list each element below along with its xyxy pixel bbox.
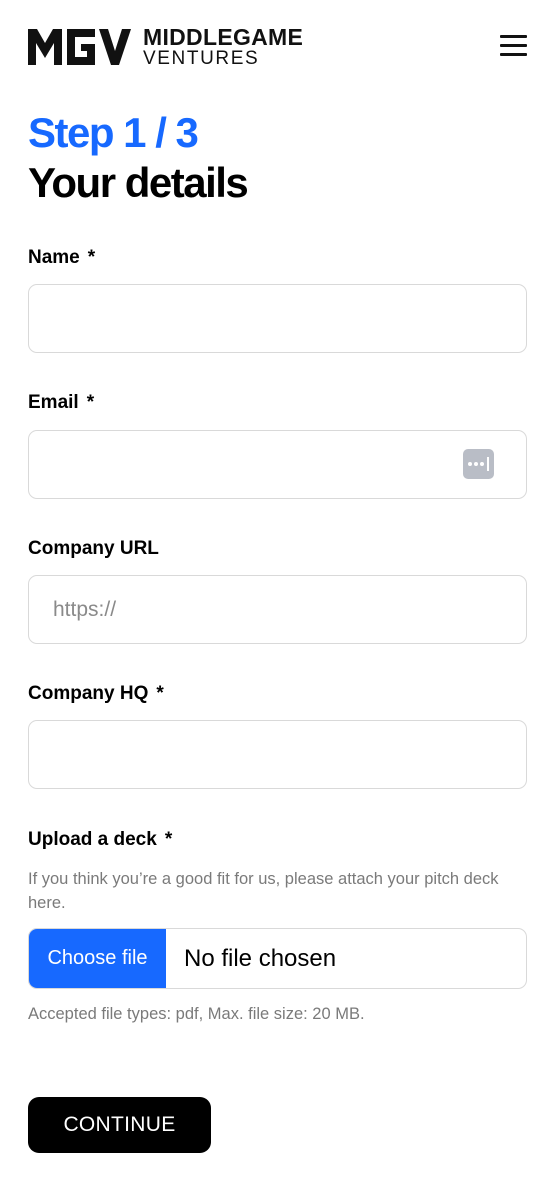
company-url-label: Company URL: [28, 538, 159, 560]
menu-bar-middle: [500, 44, 527, 47]
email-label: Email *: [28, 392, 94, 414]
file-upload-field[interactable]: Choose file No file chosen: [28, 928, 527, 989]
required-asterisk: *: [86, 392, 95, 413]
menu-bar-top: [500, 35, 527, 38]
page-title: Your details: [28, 159, 249, 206]
company-hq-label: Company HQ *: [28, 683, 164, 705]
step-indicator: Step 1 / 3: [28, 109, 199, 156]
logo-wordmark: MIDDLEGAME VENTURES: [143, 24, 304, 69]
company-url-label-text: Company URL: [28, 538, 159, 559]
autofill-dot: [468, 462, 472, 466]
required-asterisk: *: [87, 247, 96, 268]
upload-deck-help: If you think you’re a good fit for us, p…: [28, 870, 499, 912]
company-hq-input[interactable]: [28, 720, 527, 789]
name-input[interactable]: [28, 284, 527, 353]
upload-deck-label: Upload a deck *: [28, 829, 172, 851]
accepted-file-types-note: Accepted file types: pdf, Max. file size…: [28, 1005, 365, 1023]
name-label-text: Name: [28, 247, 80, 268]
email-input[interactable]: [28, 430, 527, 499]
choose-file-button[interactable]: Choose file: [29, 929, 166, 988]
required-asterisk: *: [164, 829, 173, 850]
middlegame-ventures-logo[interactable]: MIDDLEGAME VENTURES: [28, 24, 304, 69]
menu-bar-bottom: [500, 53, 527, 56]
company-hq-label-text: Company HQ: [28, 683, 149, 704]
file-status-text: No file chosen: [184, 944, 337, 972]
required-asterisk: *: [156, 683, 164, 704]
autofill-dot: [474, 462, 478, 466]
autofill-dot: [480, 462, 484, 466]
mgv-logo-icon: [28, 29, 131, 65]
hamburger-menu-icon[interactable]: [500, 33, 528, 59]
logo-line-ventures: VENTURES: [143, 48, 260, 69]
logo-line-middlegame: MIDDLEGAME: [143, 24, 304, 50]
upload-deck-label-text: Upload a deck: [28, 829, 157, 850]
name-label: Name *: [28, 247, 95, 269]
autofill-cursor: [487, 457, 489, 471]
password-autofill-icon[interactable]: [463, 449, 494, 479]
company-url-input[interactable]: [28, 575, 527, 644]
continue-button[interactable]: CONTINUE: [28, 1097, 211, 1153]
email-label-text: Email: [28, 392, 79, 413]
site-header: MIDDLEGAME VENTURES: [0, 0, 554, 92]
